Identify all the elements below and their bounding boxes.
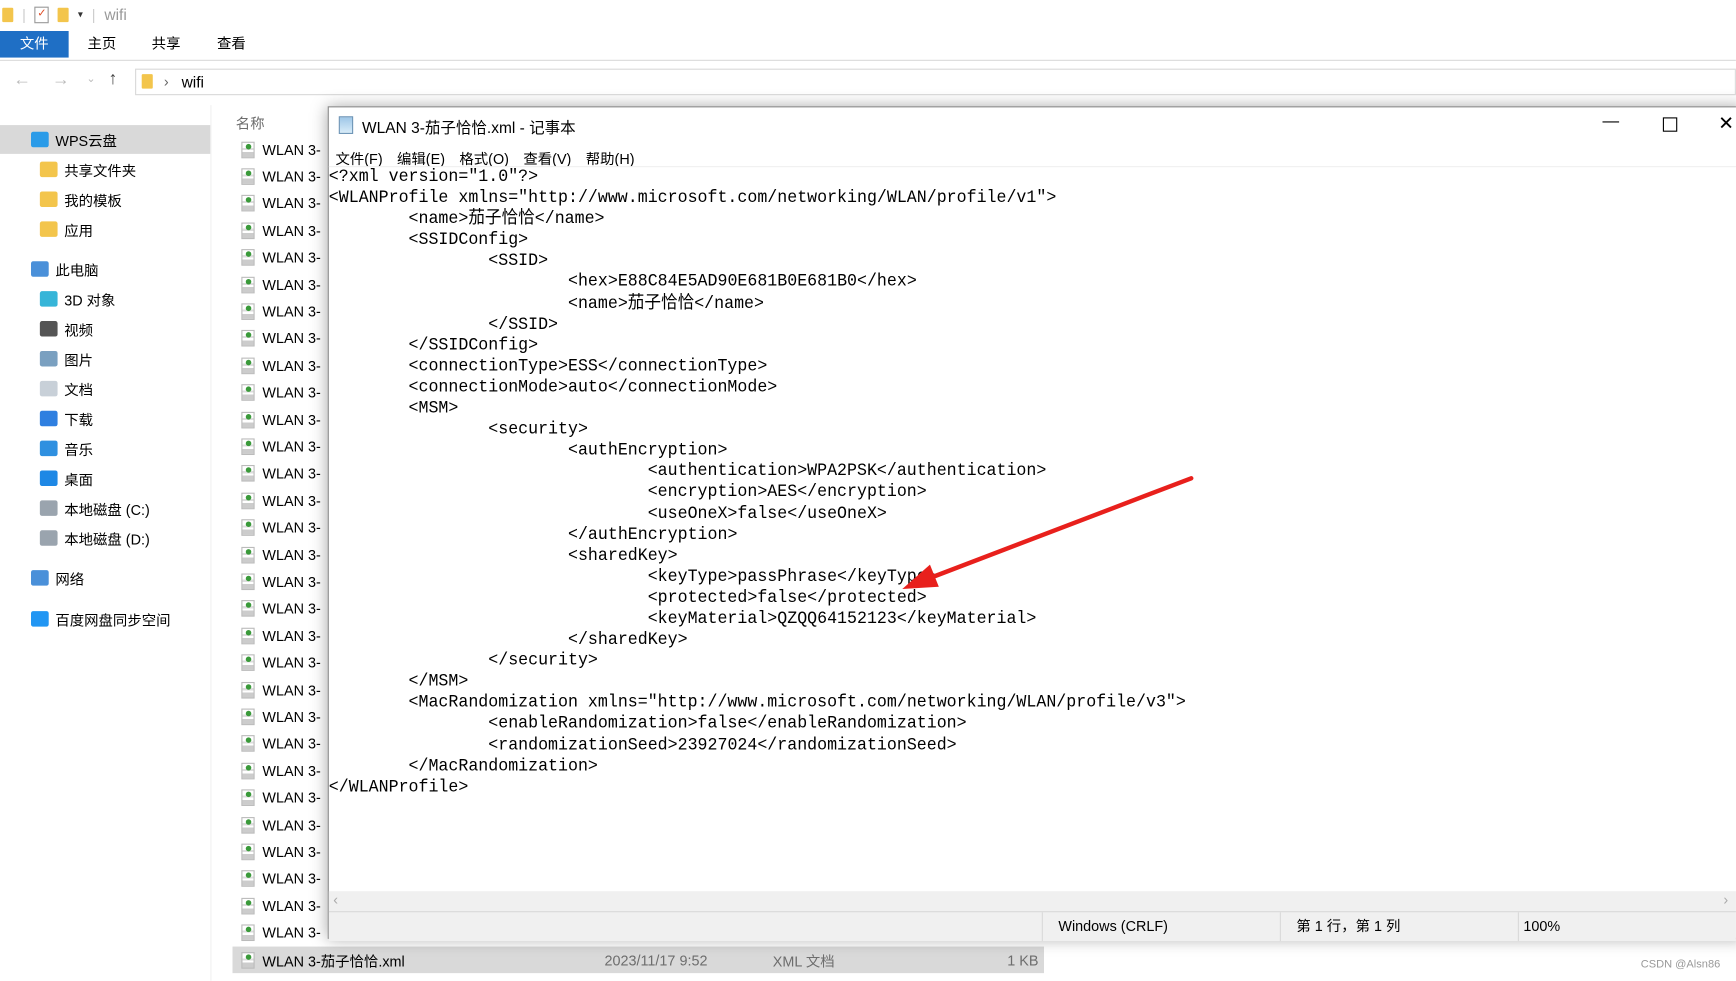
annotation-layer <box>902 476 1194 589</box>
red-arrow-shaft <box>922 476 1194 583</box>
red-arrow-head <box>902 564 939 589</box>
desktop: | ✓ ▾ | wifi 文件 主页 共享 查看 ← → ⌄ ↑ › wifi … <box>0 0 1736 981</box>
